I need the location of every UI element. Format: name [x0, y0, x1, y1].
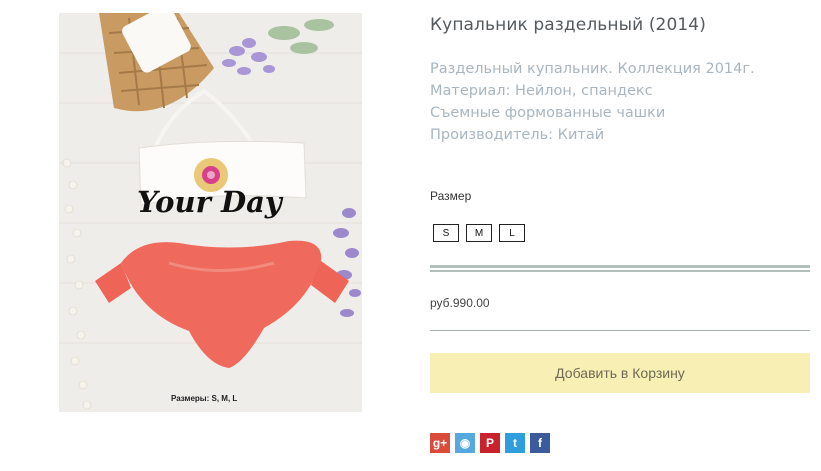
twitter-icon[interactable]: t: [505, 433, 525, 453]
facebook-glyph: f: [538, 436, 542, 450]
add-to-cart-button[interactable]: Добавить в Корзину: [430, 353, 810, 393]
description-line: Раздельный купальник. Коллекция 2014г.: [430, 61, 755, 77]
divider: [430, 265, 810, 272]
detail-manufacturer: Производитель: Китай: [430, 127, 605, 143]
size-option-l[interactable]: L: [499, 224, 525, 242]
twitter-glyph: t: [513, 436, 517, 450]
bookmark-icon[interactable]: ◉: [455, 433, 475, 453]
size-selector: S M L: [433, 224, 525, 242]
size-option-m[interactable]: M: [466, 224, 492, 242]
facebook-icon[interactable]: f: [530, 433, 550, 453]
pinterest-icon[interactable]: P: [480, 433, 500, 453]
product-description: Раздельный купальник. Коллекция 2014г. М…: [430, 58, 755, 146]
detail-cups: Съемные формованные чашки: [430, 105, 666, 121]
divider: [430, 330, 810, 331]
product-title: Купальник раздельный (2014): [430, 15, 706, 35]
product-price: руб.990.00: [430, 296, 490, 310]
bookmark-glyph: ◉: [459, 436, 471, 450]
product-image[interactable]: Your Day Размеры: S, M, L: [59, 13, 362, 412]
pinterest-glyph: P: [485, 436, 494, 450]
detail-material: Материал: Нейлон, спандекс: [430, 83, 653, 99]
size-option-s[interactable]: S: [433, 224, 459, 242]
social-share: g+ ◉ P t f: [430, 433, 550, 453]
google-plus-glyph: g+: [432, 436, 448, 450]
sizes-caption: Размеры: S, M, L: [171, 394, 238, 403]
size-label: Размер: [430, 189, 472, 203]
brand-watermark: Your Day: [137, 185, 282, 219]
google-plus-icon[interactable]: g+: [430, 433, 450, 453]
